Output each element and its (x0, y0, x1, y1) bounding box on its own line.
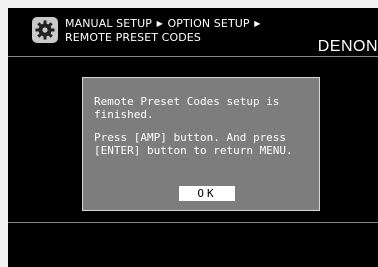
divider-bottom (8, 222, 378, 223)
breadcrumb-separator-icon: ▶ (156, 19, 163, 28)
menu-header: MANUAL SETUP ▶ OPTION SETUP ▶ REMOTE PRE… (8, 8, 378, 56)
breadcrumb-line-1: MANUAL SETUP ▶ OPTION SETUP ▶ (65, 17, 262, 31)
osd-screen: MANUAL SETUP ▶ OPTION SETUP ▶ REMOTE PRE… (8, 8, 378, 267)
divider-top (8, 56, 378, 57)
completion-dialog: Remote Preset Codes setup is finished. P… (82, 77, 320, 211)
dialog-message-instructions: Press [AMP] button. And press [ENTER] bu… (94, 131, 293, 157)
brand-logo: DENON (317, 38, 378, 55)
gear-icon (32, 17, 58, 43)
breadcrumb-separator-icon: ▶ (254, 19, 261, 28)
breadcrumb-item-remote-preset-codes: REMOTE PRESET CODES (65, 31, 201, 44)
breadcrumb-item-option-setup: OPTION SETUP (167, 17, 250, 30)
dialog-message: Remote Preset Codes setup is finished. P… (94, 95, 314, 157)
ok-button[interactable]: OK (179, 186, 235, 201)
breadcrumb-item-manual-setup: MANUAL SETUP (65, 17, 152, 30)
breadcrumb: MANUAL SETUP ▶ OPTION SETUP ▶ REMOTE PRE… (65, 17, 262, 45)
dialog-message-finished: Remote Preset Codes setup is finished. (94, 95, 280, 121)
gear-icon-glyph (35, 20, 55, 40)
